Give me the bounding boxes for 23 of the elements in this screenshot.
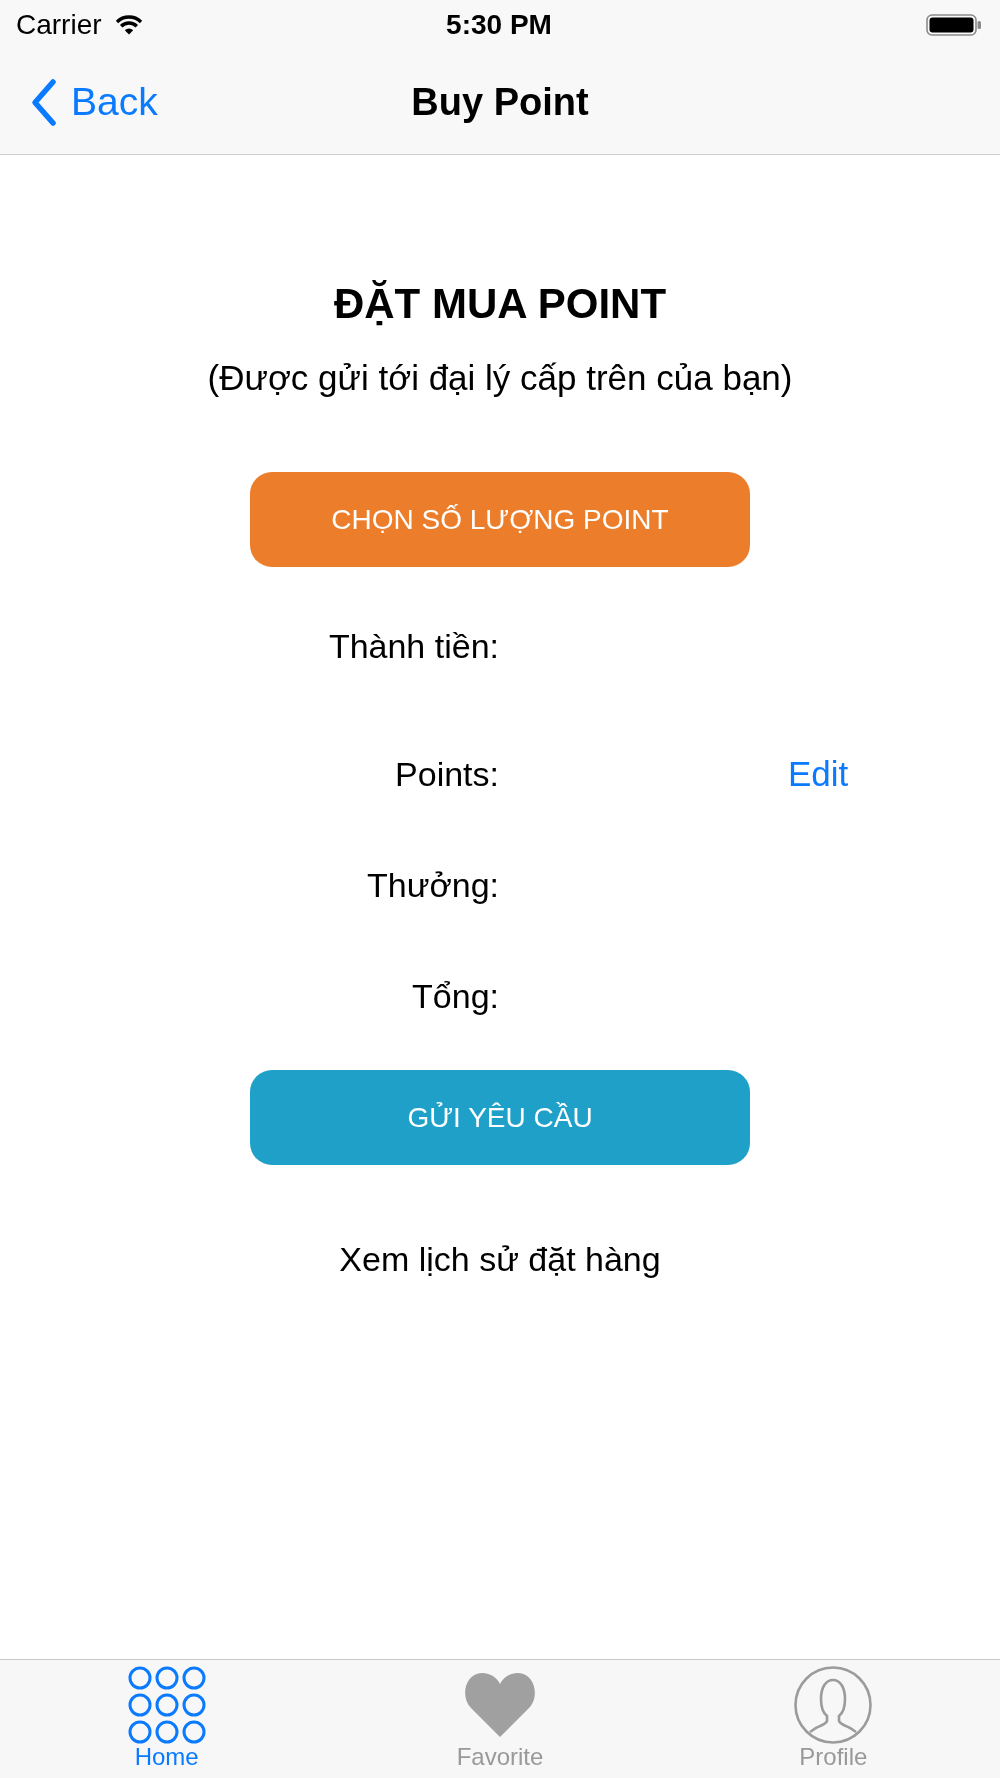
edit-link[interactable]: Edit bbox=[788, 754, 849, 794]
grid-icon bbox=[127, 1666, 206, 1744]
order-history-link[interactable]: Xem lịch sử đặt hàng bbox=[339, 1239, 661, 1279]
back-button[interactable]: Back bbox=[30, 77, 158, 127]
field-label: Thành tiền: bbox=[328, 626, 499, 666]
field-label: Tổng: bbox=[412, 976, 499, 1016]
chevron-left-icon bbox=[30, 77, 57, 127]
tab-bar-item[interactable]: Favorite bbox=[456, 1660, 544, 1778]
status-time: 5:30 PM bbox=[446, 9, 552, 41]
send-request-button[interactable]: GỬI YÊU CẦU bbox=[250, 1070, 750, 1165]
tab-bar-item[interactable]: Profile bbox=[794, 1660, 873, 1778]
field-label: Points: bbox=[395, 754, 499, 794]
battery-icon bbox=[926, 14, 982, 36]
heart-icon bbox=[463, 1672, 537, 1738]
page-subtitle: (Được gửi tới đại lý cấp trên của bạn) bbox=[207, 358, 793, 398]
choose-quantity-button[interactable]: CHỌN SỐ LƯỢNG POINT bbox=[250, 472, 750, 567]
page-heading: ĐẶT MUA POINT bbox=[333, 280, 667, 328]
profile-icon bbox=[794, 1666, 873, 1744]
wifi-icon bbox=[113, 14, 144, 36]
carrier-name: Carrier bbox=[16, 9, 102, 41]
screen-title: Buy Point bbox=[411, 80, 589, 125]
tab-bar-item[interactable]: Home bbox=[127, 1660, 206, 1778]
field-label: Thưởng: bbox=[367, 865, 499, 905]
